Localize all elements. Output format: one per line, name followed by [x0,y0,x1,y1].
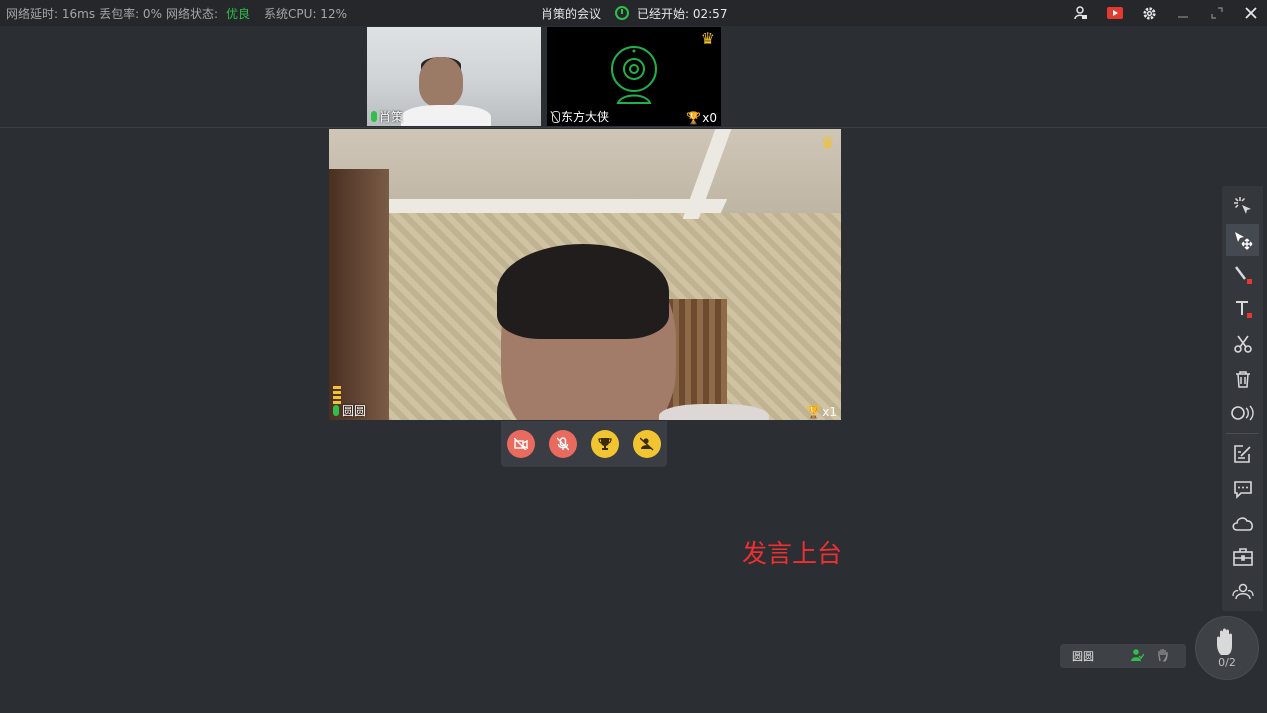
crown-icon: ♛ [700,29,715,48]
stage-down-icon [640,437,654,451]
meeting-header: 肖策的会议 已经开始: 02:57 [541,0,727,26]
video-frame [329,169,389,420]
hand-count: 0/2 [1218,655,1236,669]
participant-thumbnail[interactable]: ♛ 东方大侠 🏆 x0 [547,27,721,126]
lower-hand-button[interactable] [1156,648,1170,662]
participants-icon [1231,583,1254,600]
participant-controls [501,421,667,467]
eraser-tool[interactable] [1226,397,1259,429]
record-icon[interactable] [1107,5,1123,21]
cpu-stat: 系统CPU: 12% [264,6,347,21]
network-status-value: 优良 [226,6,251,21]
color-indicator [1247,279,1252,284]
toolbox-tool[interactable] [1226,541,1259,573]
hand-icon [1217,628,1232,655]
packet-loss-stat: 丢包率: 0% [99,6,162,21]
trophy-button[interactable] [591,430,619,458]
user-lock-icon[interactable] [1073,5,1089,21]
camera-off-icon [514,438,528,450]
mic-on-icon [371,111,377,122]
chat-tool[interactable] [1226,473,1259,505]
webcam-icon [611,46,657,104]
participant-label: 东方大侠 [551,108,609,125]
toolbox-icon [1232,548,1253,566]
participant-thumbnail[interactable]: 肖策 [367,27,541,126]
cloud-icon [1231,517,1253,531]
gear-icon[interactable] [1141,5,1157,21]
video-frame [659,404,769,420]
participants-tool[interactable] [1226,575,1259,607]
mic-off-icon [557,437,569,451]
elapsed-time: 已经开始: 02:57 [637,6,728,21]
trophy-count: 🏆 x1 [806,405,837,419]
maximize-icon[interactable] [1209,5,1225,21]
network-status-label: 网络状态: [165,6,219,21]
camera-off-button[interactable] [507,430,535,458]
stage-down-button[interactable] [633,430,661,458]
trophy-count: 🏆 x0 [686,111,717,125]
stage-caption: 发言上台 [742,539,843,568]
participant-name: 东方大侠 [561,110,610,124]
latency-stat: 网络延时: 16ms [6,6,96,21]
raise-hand-button[interactable]: 0/2 [1195,616,1259,680]
participant-name: 圆圆 [342,404,367,418]
laser-pointer-icon [1233,197,1251,214]
hand-icon [1158,649,1168,662]
trophy-icon [598,438,612,450]
mic-on-icon [333,405,339,416]
trophy-count-value: x1 [822,405,837,419]
cloud-tool[interactable] [1226,507,1259,539]
approve-stage-button[interactable] [1130,648,1144,662]
trophy-icon: 🏆 [686,111,702,125]
crown-icon: ♛ [820,133,835,152]
video-frame [667,299,727,419]
participant-label: 圆圆 [333,402,366,419]
top-status-bar: 网络延时: 16ms 丢包率: 0% 网络状态: 优良 系统CPU: 12% 肖… [0,0,1267,26]
laser-pointer-tool[interactable] [1226,190,1259,222]
hand-raise-actions [1130,648,1170,662]
participant-name: 肖策 [379,110,404,124]
clock-icon [615,6,630,20]
notes-tool[interactable] [1226,438,1259,470]
eraser-icon [1230,405,1254,421]
scissors-tool[interactable] [1226,328,1259,360]
edit-document-icon [1233,445,1251,463]
chat-icon [1233,481,1252,499]
trash-icon [1235,371,1250,388]
mic-off-button[interactable] [549,430,577,458]
color-indicator [1247,313,1252,318]
hand-raise-user: 圆圆 [1072,650,1094,663]
delete-tool[interactable] [1226,363,1259,395]
close-icon[interactable] [1243,5,1259,21]
select-move-icon [1234,232,1252,250]
trophy-icon: 🏆 [806,405,822,419]
participant-label: 肖策 [371,108,403,125]
trophy-count-value: x0 [702,111,717,125]
select-move-tool[interactable] [1226,224,1259,256]
text-tool[interactable] [1226,292,1259,324]
minimize-icon[interactable] [1175,5,1191,21]
video-frame [401,105,491,126]
user-stage-icon [1131,649,1144,661]
mic-muted-icon [551,111,560,123]
meeting-title: 肖策的会议 [541,6,602,21]
video-frame [419,57,463,107]
scissors-icon [1233,335,1252,353]
network-stats: 网络延时: 16ms 丢包率: 0% 网络状态: 优良 系统CPU: 12% [6,0,347,26]
whiteboard-toolbar [1222,186,1263,611]
video-frame [497,244,669,339]
video-frame [370,199,728,213]
hand-raise-request: 圆圆 [1060,644,1186,668]
participant-strip: 肖策 ♛ 东方大侠 🏆 x0 [0,26,1267,128]
toolbar-divider [1226,433,1259,434]
window-controls [1073,0,1259,26]
main-video[interactable]: ♛ 圆圆 🏆 x1 [329,129,841,420]
pen-tool[interactable] [1226,258,1259,290]
